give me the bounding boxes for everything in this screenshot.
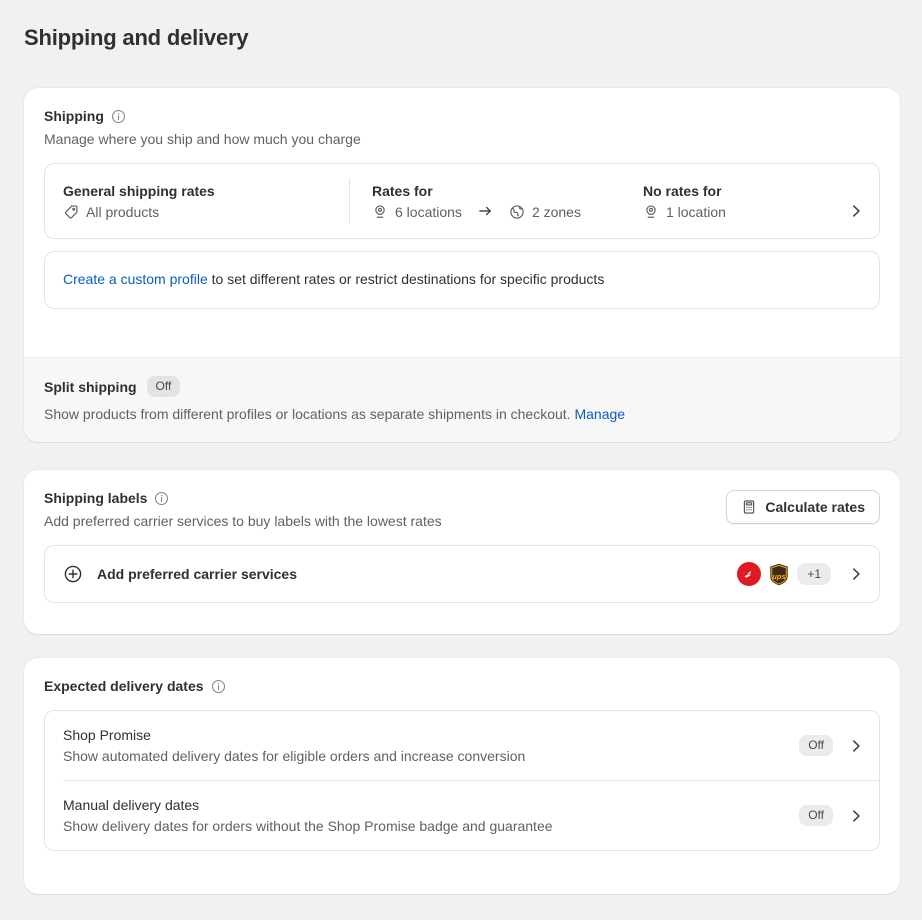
rates-divider <box>349 178 350 224</box>
more-carriers-count: +1 <box>797 563 831 585</box>
split-shipping-description-wrap: Show products from different profiles or… <box>44 406 880 422</box>
expected-delivery-dates-body: Expected delivery dates Shop Promise Sho… <box>24 658 900 871</box>
shipping-section-header: Shipping <box>44 108 880 124</box>
shipping-labels-card: Shipping labels Add preferred carrier se… <box>24 470 900 634</box>
split-shipping-footer: Split shipping Off Show products from di… <box>24 357 900 442</box>
create-custom-profile-link[interactable]: Create a custom profile <box>63 271 208 287</box>
profile-scope-text: All products <box>86 203 160 220</box>
chevron-right-icon[interactable] <box>837 202 865 220</box>
svg-text:ups: ups <box>773 572 787 581</box>
info-circle-icon[interactable] <box>111 109 126 124</box>
rates-zones: 2 zones <box>509 204 581 220</box>
add-carrier-label: Add preferred carrier services <box>97 566 297 582</box>
zones-column: 2 zones <box>509 204 581 220</box>
page-title: Shipping and delivery <box>24 25 249 50</box>
list-item[interactable]: Shop Promise Show automated delivery dat… <box>45 711 879 780</box>
location-pin-icon <box>643 204 659 220</box>
ups-logo: ups <box>767 562 791 586</box>
shipping-labels-header-text: Shipping labels Add preferred carrier se… <box>44 490 442 529</box>
list-item[interactable]: Manual delivery dates Show delivery date… <box>45 781 879 850</box>
canada-post-logo <box>737 562 762 586</box>
shipping-labels-body: Shipping labels Add preferred carrier se… <box>24 470 900 623</box>
profile-column: General shipping rates All products <box>63 183 349 220</box>
split-shipping-title: Split shipping <box>44 378 137 395</box>
rates-for-column: Rates for 6 locations <box>372 183 462 220</box>
carrier-logos: ups +1 <box>737 562 865 586</box>
shop-promise-text: Shop Promise Show automated delivery dat… <box>63 727 525 764</box>
chevron-right-icon[interactable] <box>847 737 865 755</box>
manual-delivery-dates-text: Manual delivery dates Show delivery date… <box>63 797 553 834</box>
chevron-right-icon[interactable] <box>847 565 865 583</box>
row-subtitle: Show automated delivery dates for eligib… <box>63 748 526 764</box>
split-shipping-header: Split shipping Off <box>44 376 880 397</box>
calculate-rates-label: Calculate rates <box>765 499 865 515</box>
manual-delivery-dates-right: Off <box>799 805 865 826</box>
row-subtitle: Show delivery dates for orders without t… <box>63 818 553 834</box>
tag-icon <box>63 204 79 220</box>
shipping-card: Shipping Manage where you ship and how m… <box>24 88 900 442</box>
create-custom-profile-banner: Create a custom profile to set different… <box>44 251 880 309</box>
split-shipping-description: Show products from different profiles or… <box>44 406 571 422</box>
no-rates-label: No rates for <box>642 182 722 199</box>
rates-detail: Rates for 6 locations 2 zones No rates f… <box>372 183 865 220</box>
shipping-and-delivery-page: Shipping and delivery Shipping Manage wh… <box>0 0 922 920</box>
general-shipping-rates-row[interactable]: General shipping rates All products Rate… <box>44 163 880 239</box>
no-rates-text: 1 location <box>665 203 726 220</box>
calculator-icon <box>741 499 757 515</box>
rates-row-content: General shipping rates All products Rate… <box>45 164 879 238</box>
info-circle-icon[interactable] <box>211 679 226 694</box>
arrow-right-icon <box>476 203 495 219</box>
calculate-rates-button[interactable]: Calculate rates <box>726 490 880 524</box>
carrier-row-content: Add preferred carrier services ups +1 <box>45 546 879 602</box>
no-rates-column: No rates for 1 location <box>643 183 726 220</box>
no-rates-locations: 1 location <box>643 204 726 220</box>
rates-locations: 6 locations <box>372 204 462 220</box>
rates-locations-text: 6 locations <box>395 203 462 220</box>
shipping-subtitle: Manage where you ship and how much you c… <box>44 131 361 147</box>
shipping-labels-heading-row: Shipping labels <box>44 490 442 506</box>
shop-promise-right: Off <box>799 735 865 756</box>
split-shipping-manage-link[interactable]: Manage <box>574 406 625 422</box>
location-pin-icon <box>372 204 388 220</box>
shipping-labels-header-row: Shipping labels Add preferred carrier se… <box>44 490 880 529</box>
status-badge: Off <box>799 735 833 756</box>
rates-for-label: Rates for <box>372 182 433 199</box>
chevron-right-icon[interactable] <box>847 807 865 825</box>
rates-zones-text: 2 zones <box>531 203 581 220</box>
shipping-card-body: Shipping Manage where you ship and how m… <box>24 88 900 329</box>
shipping-labels-heading: Shipping labels <box>44 490 148 506</box>
row-title: Shop Promise <box>63 727 151 743</box>
create-custom-profile-text: to set different rates or restrict desti… <box>207 271 605 287</box>
add-preferred-carrier-services-row[interactable]: Add preferred carrier services ups +1 <box>44 545 880 603</box>
shipping-heading: Shipping <box>44 108 104 124</box>
info-circle-icon[interactable] <box>154 491 169 506</box>
plus-circle-icon <box>63 564 83 584</box>
profile-scope: All products <box>63 204 349 220</box>
delivery-dates-list: Shop Promise Show automated delivery dat… <box>44 710 880 851</box>
row-title: Manual delivery dates <box>63 797 200 813</box>
shipping-labels-subtitle: Add preferred carrier services to buy la… <box>44 513 442 529</box>
expected-delivery-dates-header: Expected delivery dates <box>44 678 880 694</box>
profile-name: General shipping rates <box>63 182 215 199</box>
expected-delivery-dates-heading: Expected delivery dates <box>44 678 204 694</box>
globe-icon <box>509 204 525 220</box>
expected-delivery-dates-card: Expected delivery dates Shop Promise Sho… <box>24 658 900 894</box>
status-badge: Off <box>799 805 833 826</box>
split-shipping-status-badge: Off <box>146 376 181 397</box>
